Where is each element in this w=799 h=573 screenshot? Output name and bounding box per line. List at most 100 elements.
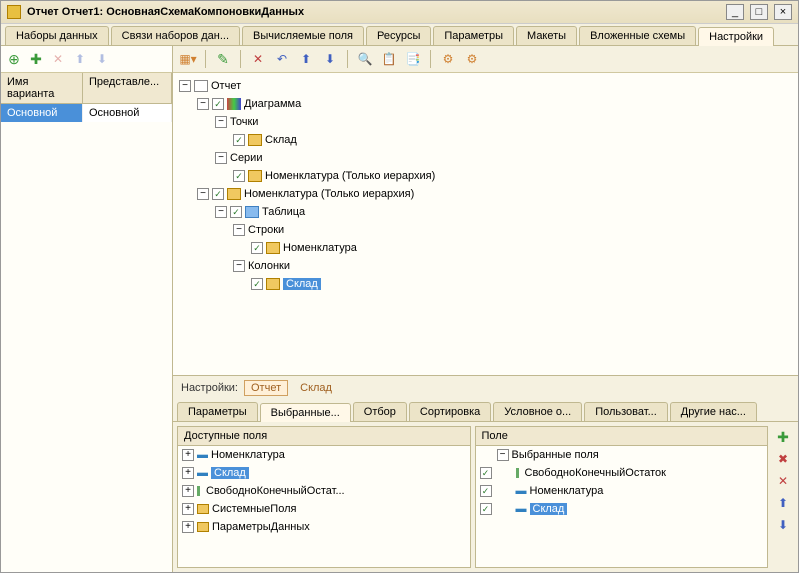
subtab-params[interactable]: Параметры xyxy=(177,402,258,421)
tree-points[interactable]: Точки xyxy=(230,116,258,128)
expand-icon[interactable]: + xyxy=(182,467,194,479)
expand-icon[interactable]: + xyxy=(182,521,194,533)
tab-nested[interactable]: Вложенные схемы xyxy=(579,26,696,45)
checkbox[interactable]: ✓ xyxy=(480,467,492,479)
checkbox[interactable]: ✓ xyxy=(233,170,245,182)
tree-diagram[interactable]: Диаграмма xyxy=(244,98,301,110)
tree-cols[interactable]: Колонки xyxy=(248,260,290,272)
left-toolbar: ⊕ ✚ ✕ ⬆ ⬇ xyxy=(1,46,172,73)
subtab-user[interactable]: Пользоват... xyxy=(584,402,668,421)
field-down-icon[interactable]: ⬇ xyxy=(774,516,792,534)
copy-icon[interactable]: ✚ xyxy=(27,50,45,68)
col-name[interactable]: Имя варианта xyxy=(1,73,83,103)
tool1-icon[interactable]: 🔍 xyxy=(356,50,374,68)
tab-links[interactable]: Связи наборов дан... xyxy=(111,26,240,45)
list-item[interactable]: +СистемныеПоля xyxy=(178,500,470,518)
tree-table[interactable]: Таблица xyxy=(262,206,305,218)
available-list[interactable]: +▬Номенклатура +▬Склад +СвободноКонечный… xyxy=(178,446,470,567)
list-item[interactable]: −Выбранные поля xyxy=(476,446,768,464)
add-icon[interactable]: ⊕ xyxy=(5,50,23,68)
list-item[interactable]: +СвободноКонечныйОстат... xyxy=(178,482,470,500)
subtab-filter[interactable]: Отбор xyxy=(353,402,407,421)
expand-icon[interactable]: − xyxy=(233,260,245,272)
checkbox[interactable]: ✓ xyxy=(480,485,492,497)
tree-nom3[interactable]: Номенклатура xyxy=(283,242,357,254)
variant-row[interactable]: Основной Основной xyxy=(1,104,172,122)
close-button[interactable]: × xyxy=(774,4,792,20)
checkbox[interactable]: ✓ xyxy=(233,134,245,146)
tree-nom1[interactable]: Номенклатура (Только иерархия) xyxy=(265,170,435,182)
group-icon xyxy=(266,278,280,290)
list-item[interactable]: ✓▬Склад xyxy=(476,500,768,518)
tool3-icon[interactable]: 📑 xyxy=(404,50,422,68)
tab-datasets[interactable]: Наборы данных xyxy=(5,26,109,45)
tab-params[interactable]: Параметры xyxy=(433,26,514,45)
checkbox[interactable]: ✓ xyxy=(230,206,242,218)
tree-root[interactable]: Отчет xyxy=(211,80,241,92)
edit-icon[interactable]: ✎ xyxy=(214,50,232,68)
tool4-icon[interactable]: ⚙ xyxy=(439,50,457,68)
crumb-report[interactable]: Отчет xyxy=(244,380,288,396)
expand-icon[interactable]: − xyxy=(215,206,227,218)
available-header: Доступные поля xyxy=(178,427,470,446)
clear-icon[interactable]: ✖ xyxy=(774,450,792,468)
expand-icon[interactable]: + xyxy=(182,449,194,461)
minimize-button[interactable]: _ xyxy=(726,4,744,20)
tab-resources[interactable]: Ресурсы xyxy=(366,26,431,45)
remove-icon[interactable]: ✕ xyxy=(249,50,267,68)
available-panel: Доступные поля +▬Номенклатура +▬Склад +С… xyxy=(177,426,471,568)
expand-icon[interactable]: + xyxy=(182,503,194,515)
tool2-icon[interactable]: 📋 xyxy=(380,50,398,68)
checkbox[interactable]: ✓ xyxy=(212,98,224,110)
expand-icon[interactable]: − xyxy=(215,116,227,128)
expand-icon[interactable]: − xyxy=(197,188,209,200)
down-icon[interactable]: ⬇ xyxy=(93,50,111,68)
move-down-icon[interactable]: ⬇ xyxy=(321,50,339,68)
col-present[interactable]: Представле... xyxy=(83,73,172,103)
checkbox[interactable]: ✓ xyxy=(251,242,263,254)
tab-calc[interactable]: Вычисляемые поля xyxy=(242,26,364,45)
tree-series[interactable]: Серии xyxy=(230,152,262,164)
maximize-button[interactable]: □ xyxy=(750,4,768,20)
group-icon xyxy=(248,170,262,182)
subtab-sort[interactable]: Сортировка xyxy=(409,402,491,421)
tree-rows[interactable]: Строки xyxy=(248,224,284,236)
list-item[interactable]: +▬Номенклатура xyxy=(178,446,470,464)
selected-list[interactable]: −Выбранные поля ✓СвободноКонечныйОстаток… xyxy=(476,446,768,567)
subtab-other[interactable]: Другие нас... xyxy=(670,402,757,421)
tab-layouts[interactable]: Макеты xyxy=(516,26,577,45)
settings-tree[interactable]: −Отчет −✓Диаграмма −Точки ✓Склад −Серии … xyxy=(173,73,798,375)
expand-icon[interactable]: − xyxy=(215,152,227,164)
del-field-icon[interactable]: ✕ xyxy=(774,472,792,490)
list-item[interactable]: ✓СвободноКонечныйОстаток xyxy=(476,464,768,482)
list-item[interactable]: +ПараметрыДанных xyxy=(178,518,470,536)
expand-icon[interactable]: + xyxy=(182,485,194,497)
tab-settings[interactable]: Настройки xyxy=(698,27,774,46)
up-icon[interactable]: ⬆ xyxy=(71,50,89,68)
tool5-icon[interactable]: ⚙ xyxy=(463,50,481,68)
checkbox[interactable]: ✓ xyxy=(480,503,492,515)
delete-icon[interactable]: ✕ xyxy=(49,50,67,68)
field-up-icon[interactable]: ⬆ xyxy=(774,494,792,512)
tree-sklad1[interactable]: Склад xyxy=(265,134,297,146)
add-field-icon[interactable]: ✚ xyxy=(774,428,792,446)
expand-icon[interactable]: − xyxy=(197,98,209,110)
list-item[interactable]: +▬Склад xyxy=(178,464,470,482)
expand-icon[interactable]: − xyxy=(233,224,245,236)
subtab-selected[interactable]: Выбранные... xyxy=(260,403,351,422)
expand-icon[interactable]: − xyxy=(179,80,191,92)
folder-icon xyxy=(197,522,209,532)
list-item[interactable]: ✓▬Номенклатура xyxy=(476,482,768,500)
checkbox[interactable]: ✓ xyxy=(251,278,263,290)
move-up-icon[interactable]: ⬆ xyxy=(297,50,315,68)
selected-header: Поле xyxy=(476,427,768,446)
crumb-sklad[interactable]: Склад xyxy=(294,381,338,395)
subtab-conditional[interactable]: Условное о... xyxy=(493,402,582,421)
tree-nom2[interactable]: Номенклатура (Только иерархия) xyxy=(244,188,414,200)
undo-icon[interactable]: ↶ xyxy=(273,50,291,68)
checkbox[interactable]: ✓ xyxy=(212,188,224,200)
wizard-icon[interactable]: ▦▾ xyxy=(179,50,197,68)
expand-icon[interactable]: − xyxy=(497,449,509,461)
tree-sklad2[interactable]: Склад xyxy=(283,278,321,290)
crumb-label: Настройки: xyxy=(181,382,238,394)
